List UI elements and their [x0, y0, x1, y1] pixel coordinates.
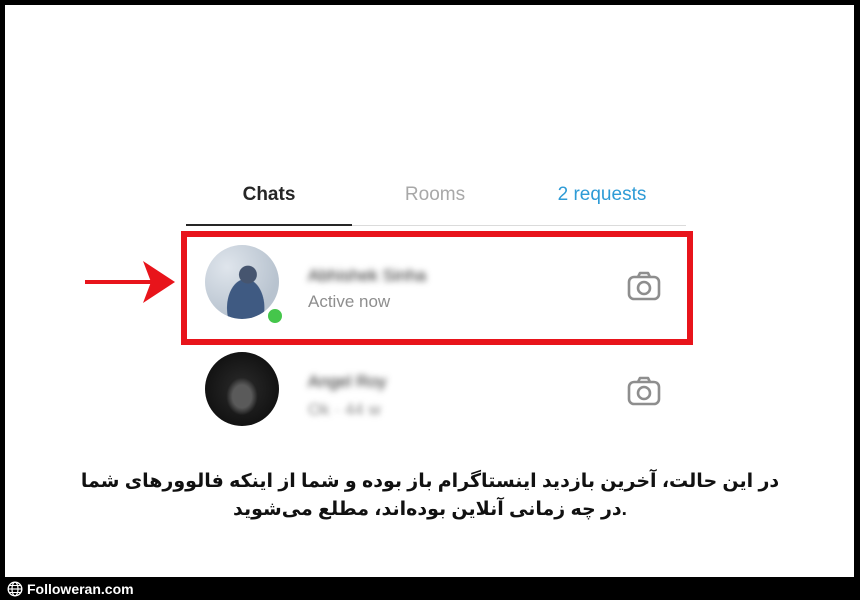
- footer: Followeran.com: [7, 580, 134, 598]
- highlight-box: [181, 231, 693, 345]
- tab-chats[interactable]: Chats: [186, 173, 352, 217]
- caption: در این حالت، آخرین بازدید اینستاگرام باز…: [65, 468, 795, 524]
- avatar[interactable]: [205, 352, 279, 426]
- chat-status: Ok · 44 w: [308, 400, 381, 419]
- caption-line-1: در این حالت، آخرین بازدید اینستاگرام باز…: [80, 471, 780, 492]
- tab-requests[interactable]: 2 requests: [518, 173, 686, 217]
- inbox-tabs: Chats Rooms 2 requests: [186, 173, 686, 228]
- tab-rooms[interactable]: Rooms: [352, 173, 518, 217]
- red-arrow-icon: [85, 261, 175, 303]
- chat-row[interactable]: Angel Roy Ok · 44 w: [205, 348, 675, 434]
- footer-site[interactable]: Followeran.com: [27, 581, 134, 597]
- caption-line-2: .در چه زمانی آنلاین بوده‌اند، مطلع می‌شو…: [233, 499, 627, 520]
- globe-icon: [7, 581, 23, 597]
- content-canvas: Chats Rooms 2 requests Abhishek Sinha Ac…: [5, 5, 854, 577]
- active-tab-indicator: [186, 224, 352, 226]
- camera-icon[interactable]: [627, 376, 661, 406]
- chat-name: Angel Roy: [308, 372, 387, 391]
